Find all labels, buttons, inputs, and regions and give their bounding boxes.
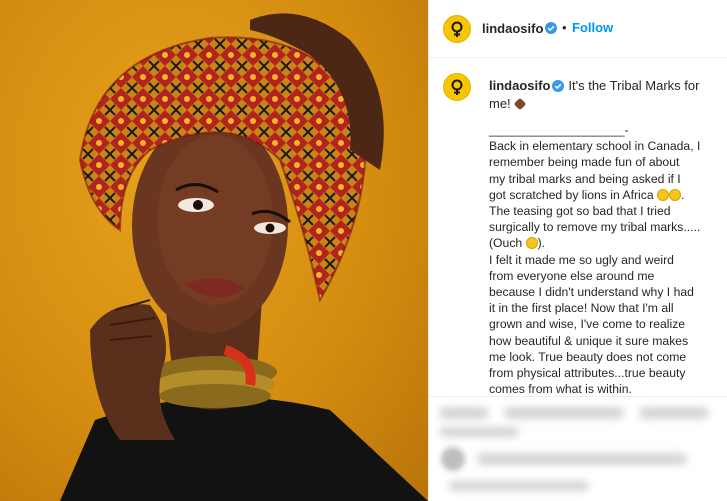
blurred-text — [477, 453, 687, 465]
caption-line: I felt it made me so ugly and weird — [489, 252, 674, 267]
follow-button[interactable]: Follow — [572, 20, 613, 35]
caption-line: surgically to remove my tribal marks....… — [489, 220, 701, 235]
post-side-panel: lindaosifo • Follow lindaosifo It's the T… — [428, 0, 727, 501]
blurred-text — [639, 407, 709, 419]
caption-line: remember being made fun of about — [489, 155, 680, 170]
verified-badge-icon — [545, 22, 557, 34]
post-photo[interactable] — [0, 0, 428, 501]
caption-text: ____________________- Back in elementary… — [489, 123, 701, 396]
caption-line: from everyone else around me — [489, 268, 655, 283]
username-link[interactable]: lindaosifo — [482, 21, 543, 36]
blurred-text — [439, 407, 489, 419]
laughing-emoji-icon — [669, 188, 682, 201]
verified-badge-icon — [552, 80, 565, 92]
sad-emoji-icon — [525, 237, 538, 250]
caption-avatar[interactable] — [443, 73, 471, 101]
caption-area: lindaosifo It's the Tribal Marks for me! … — [429, 58, 727, 396]
caption-line: grown and wise, I've come to realize — [489, 317, 686, 332]
blurred-avatar — [441, 447, 465, 471]
caption-line: my tribal marks and being asked if I — [489, 171, 681, 186]
female-symbol-icon — [451, 21, 463, 37]
caption-line: ____________________- — [489, 123, 629, 137]
female-symbol-icon — [451, 79, 463, 95]
caption-line: me look. True beauty does not come — [489, 349, 687, 364]
caption-line: comes from what is within. — [489, 382, 632, 396]
avatar[interactable] — [443, 15, 471, 43]
blurred-text — [504, 407, 624, 419]
caption-line: from physical attributes...true beauty — [489, 366, 686, 381]
portrait-illustration — [60, 13, 428, 501]
caption-line: Back in elementary school in Canada, I — [489, 139, 701, 154]
blurred-text — [449, 481, 589, 491]
caption-line: it in the first place! Now that I'm all — [489, 301, 674, 316]
separator-dot: • — [562, 20, 567, 35]
blurred-text — [439, 427, 519, 437]
caption-line: (Ouch — [489, 236, 523, 251]
post-header: lindaosifo • Follow — [429, 0, 727, 58]
caption-line: The teasing got so bad that I tried — [489, 204, 671, 219]
caption-username-link[interactable]: lindaosifo — [489, 78, 550, 93]
blurred-comments — [429, 396, 727, 501]
caption-header: lindaosifo It's the Tribal Marks for me! — [489, 77, 717, 113]
laughing-emoji-icon — [657, 188, 670, 201]
caption-line: how beautiful & unique it sure makes — [489, 333, 689, 348]
caption-line: got scratched by lions in Africa — [489, 187, 654, 202]
brown-heart-emoji-icon — [513, 97, 527, 111]
caption-line: because I didn't understand why I had — [489, 285, 694, 300]
